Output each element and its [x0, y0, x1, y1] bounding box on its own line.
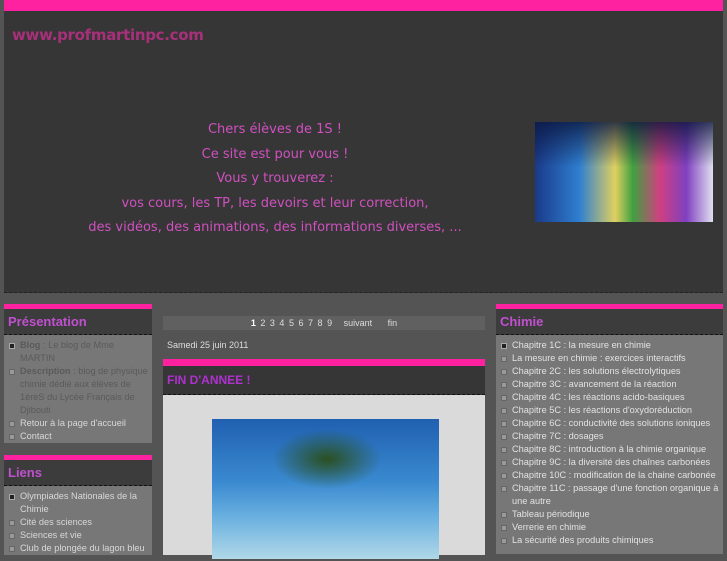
link-item[interactable]: Cité des sciences	[9, 516, 148, 529]
next-link[interactable]: suivant	[344, 318, 373, 328]
intro-line: vos cours, les TP, les devoirs et leur c…	[121, 195, 429, 211]
intro-text: Chers élèves de 1S ! Ce site est pour vo…	[70, 122, 480, 245]
chimie-title: Chimie	[496, 309, 723, 335]
page-1[interactable]: 1	[251, 318, 256, 328]
intro-line: Ce site est pour vous !	[201, 146, 349, 162]
chimie-item[interactable]: Verrerie en chimie	[501, 521, 719, 534]
pagination: 1 2 3 4 5 6 7 8 9 suivant fin	[163, 316, 485, 330]
links-box: Liens Olympiades Nationales de la Chimie…	[4, 455, 152, 555]
chimie-item[interactable]: Chapitre 6C : conductivité des solutions…	[501, 417, 719, 430]
chimie-item[interactable]: Chapitre 1C : la mesure en chimie	[501, 339, 719, 352]
contact-link[interactable]: Contact	[9, 430, 148, 443]
link-item[interactable]: Club de plongée du lagon bleu	[9, 542, 148, 555]
link-item[interactable]: Olympiades Nationales de la Chimie	[9, 490, 148, 516]
chimie-item[interactable]: Chapitre 11C : passage d'une fonction or…	[501, 482, 719, 508]
palm-tree-image	[212, 419, 439, 559]
page-4[interactable]: 4	[279, 318, 284, 328]
chemistry-header-image	[535, 122, 713, 222]
chimie-item[interactable]: Chapitre 3C : avancement de la réaction	[501, 378, 719, 391]
page-6[interactable]: 6	[298, 318, 303, 328]
chimie-item[interactable]: Chapitre 2C : les solutions électrolytiq…	[501, 365, 719, 378]
intro-line: Vous y trouverez :	[216, 171, 334, 186]
chimie-item[interactable]: Chapitre 5C : les réactions d'oxydoréduc…	[501, 404, 719, 417]
last-link[interactable]: fin	[388, 318, 398, 328]
description-item: Description : blog de physique chimie dé…	[9, 365, 148, 417]
blog-label: Blog	[20, 340, 41, 350]
blog-post: FIN D'ANNEE !	[163, 359, 485, 559]
intro-line: Chers élèves de 1S !	[207, 122, 343, 137]
chimie-item[interactable]: Chapitre 8C : introduction à la chimie o…	[501, 443, 719, 456]
page-8[interactable]: 8	[318, 318, 323, 328]
chimie-box: Chimie Chapitre 1C : la mesure en chimie…	[496, 304, 723, 554]
accent-bar	[163, 359, 485, 366]
chimie-item[interactable]: La mesure en chimie : exercices interact…	[501, 352, 719, 365]
site-name[interactable]: www.profmartinpc.com	[12, 26, 204, 44]
presentation-box: Présentation Blog : Le blog de Mme MARTI…	[4, 304, 152, 443]
post-date: Samedi 25 juin 2011	[167, 340, 249, 350]
page-5[interactable]: 5	[289, 318, 294, 328]
presentation-title: Présentation	[4, 309, 152, 335]
page-3[interactable]: 3	[270, 318, 275, 328]
chimie-item[interactable]: Chapitre 10C : modification de la chaine…	[501, 469, 719, 482]
post-title[interactable]: FIN D'ANNEE !	[163, 366, 485, 395]
intro-line: des vidéos, des animations, des informat…	[88, 220, 462, 235]
blog-item: Blog : Le blog de Mme MARTIN	[9, 339, 148, 365]
post-body	[163, 395, 485, 559]
description-label: Description	[20, 366, 71, 376]
links-title: Liens	[4, 460, 152, 486]
page-2[interactable]: 2	[260, 318, 265, 328]
header-accent-bar	[4, 0, 723, 11]
page-7[interactable]: 7	[308, 318, 313, 328]
chimie-item[interactable]: Chapitre 9C : la diversité des chaînes c…	[501, 456, 719, 469]
header: www.profmartinpc.com Chers élèves de 1S …	[4, 0, 723, 293]
chimie-item[interactable]: Chapitre 4C : les réactions acido-basiqu…	[501, 391, 719, 404]
link-item[interactable]: Sciences et vie	[9, 529, 148, 542]
page-9[interactable]: 9	[327, 318, 332, 328]
home-link[interactable]: Retour à la page d'accueil	[9, 417, 148, 430]
chimie-item[interactable]: Chapitre 7C : dosages	[501, 430, 719, 443]
chimie-item[interactable]: La sécurité des produits chimiques	[501, 534, 719, 547]
chimie-item[interactable]: Tableau périodique	[501, 508, 719, 521]
